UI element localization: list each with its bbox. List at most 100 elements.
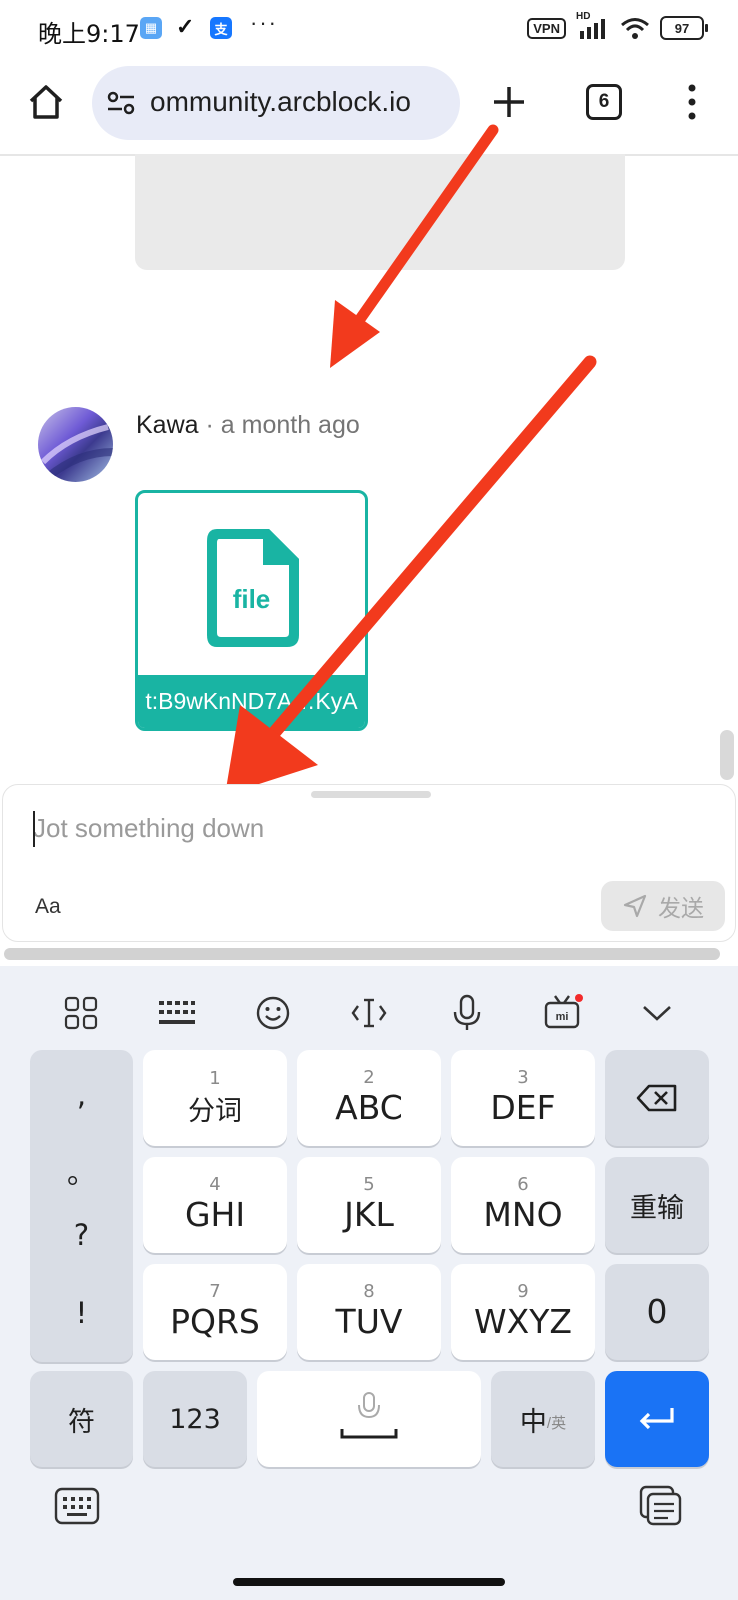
punct-exclamation[interactable]: ! <box>30 1296 133 1330</box>
key-label: 中 <box>519 1406 547 1438</box>
svg-text:mi: mi <box>556 1011 569 1023</box>
text-caret <box>33 811 35 847</box>
file-type-label: file <box>232 584 271 614</box>
vpn-badge: VPN <box>527 17 566 39</box>
punct-period[interactable]: 。 <box>30 1150 133 1192</box>
tab-switcher-button[interactable]: 6 <box>586 84 622 120</box>
new-tab-icon[interactable] <box>491 84 527 120</box>
keyboard-app-icon: ▦ <box>140 17 162 39</box>
switch-keyboard-icon[interactable] <box>54 1486 100 1526</box>
key-number: 5 <box>363 1174 375 1195</box>
key-3-def[interactable]: 3 DEF <box>451 1050 595 1146</box>
kb-collapse-icon[interactable] <box>630 988 684 1038</box>
file-attachment[interactable]: file t:B9wKnND7A…KyA <box>135 490 368 731</box>
kb-apps-icon[interactable] <box>54 988 108 1038</box>
previous-message-block <box>135 154 625 270</box>
kb-microphone-icon[interactable] <box>440 988 494 1038</box>
comment-editor: Aa 发送 <box>2 784 736 942</box>
punct-comma[interactable]: , <box>30 1078 133 1112</box>
enter-key[interactable] <box>605 1371 709 1467</box>
text-format-button[interactable]: Aa <box>35 895 61 919</box>
key-label: GHI <box>184 1195 246 1234</box>
key-4-ghi[interactable]: 4 GHI <box>143 1157 287 1253</box>
backspace-key[interactable] <box>605 1050 709 1146</box>
space-voice-icon <box>340 1392 398 1439</box>
key-number: 4 <box>209 1174 221 1195</box>
key-label: WXYZ <box>473 1302 572 1341</box>
language-switch-key[interactable]: 中/英 <box>491 1371 595 1467</box>
post-meta: Kawa · a month ago <box>136 411 360 440</box>
check-app-icon: ✓ <box>176 14 195 39</box>
avatar[interactable] <box>38 407 113 482</box>
file-name: t:B9wKnND7A…KyA <box>138 675 365 728</box>
send-icon <box>623 894 647 918</box>
key-5-jkl[interactable]: 5 JKL <box>297 1157 441 1253</box>
key-number: 7 <box>209 1281 221 1302</box>
send-button[interactable]: 发送 <box>601 881 725 931</box>
key-label: MNO <box>483 1195 563 1234</box>
key-2-abc[interactable]: 2 ABC <box>297 1050 441 1146</box>
post-time: a month ago <box>220 411 360 439</box>
key-7-pqrs[interactable]: 7 PQRS <box>143 1264 287 1360</box>
page-scrollbar[interactable] <box>720 730 734 780</box>
key-number: 3 <box>517 1067 529 1088</box>
key-0[interactable]: 0 <box>605 1264 709 1360</box>
key-9-wxyz[interactable]: 9 WXYZ <box>451 1264 595 1360</box>
status-bar: 晚上9:17 ▦ ✓ 支 ··· VPN HD 97 <box>0 0 738 58</box>
kb-layout-icon[interactable] <box>150 988 204 1038</box>
url-text: ommunity.arcblock.io <box>150 86 411 117</box>
key-1-segment[interactable]: 1 分词 <box>143 1050 287 1146</box>
battery-indicator: 97 <box>660 16 708 40</box>
ime-keyboard: mi , 。 ? ! 1 分词 2 ABC 3 DEF 4 GHI 5 JKL 6 MNO … <box>0 966 738 1600</box>
key-label: 123 <box>169 1403 221 1435</box>
key-label: JKL <box>344 1195 394 1234</box>
horizontal-scrollbar[interactable] <box>4 948 720 960</box>
key-number: 9 <box>517 1281 529 1302</box>
punctuation-column[interactable]: , 。 ? ! <box>30 1050 133 1362</box>
annotation-arrow-upper-head <box>330 300 380 368</box>
home-indicator[interactable] <box>233 1578 505 1586</box>
key-label: 0 <box>646 1292 668 1331</box>
key-label: ABC <box>335 1088 403 1127</box>
key-6-mno[interactable]: 6 MNO <box>451 1157 595 1253</box>
wifi-icon <box>621 18 649 39</box>
key-label: TUV <box>335 1302 403 1341</box>
editor-drag-handle[interactable] <box>311 791 431 798</box>
punct-question[interactable]: ? <box>30 1218 133 1252</box>
enter-icon <box>639 1408 674 1430</box>
key-label: 符 <box>68 1406 95 1438</box>
more-notifications-icon: ··· <box>250 10 278 35</box>
key-number: 6 <box>517 1174 529 1195</box>
symbols-key[interactable]: 符 <box>30 1371 133 1467</box>
key-number: 1 <box>209 1067 221 1089</box>
address-bar[interactable]: ommunity.arcblock.io <box>92 66 460 140</box>
key-label: DEF <box>490 1088 556 1127</box>
key-label: PQRS <box>170 1302 260 1341</box>
backspace-icon <box>636 1084 677 1112</box>
signal-icon: HD <box>576 11 610 39</box>
kb-emoji-icon[interactable] <box>246 988 300 1038</box>
key-number: 2 <box>363 1067 375 1088</box>
home-icon[interactable] <box>26 82 66 122</box>
send-label: 发送 <box>658 896 704 922</box>
meta-separator: · <box>198 411 221 439</box>
numbers-key[interactable]: 123 <box>143 1371 247 1467</box>
key-label: 分词 <box>188 1095 242 1127</box>
status-right: VPN HD 97 <box>527 11 708 40</box>
status-time: 晚上9:17 <box>38 20 140 48</box>
more-menu-icon[interactable] <box>684 82 700 122</box>
browser-toolbar: ommunity.arcblock.io 6 <box>0 58 738 156</box>
alipay-icon: 支 <box>210 17 232 39</box>
key-8-tuv[interactable]: 8 TUV <box>297 1264 441 1360</box>
clipboard-icon[interactable] <box>638 1484 684 1528</box>
space-key[interactable] <box>257 1371 481 1467</box>
key-sublabel: /英 <box>546 1414 567 1432</box>
site-settings-icon[interactable] <box>106 90 136 116</box>
author-name[interactable]: Kawa <box>136 411 199 439</box>
kb-mi-tv-icon[interactable]: mi <box>536 988 590 1038</box>
key-number: 8 <box>363 1281 375 1302</box>
reenter-key[interactable]: 重输 <box>605 1157 709 1253</box>
key-label: 重输 <box>630 1192 684 1224</box>
comment-input[interactable] <box>31 805 595 851</box>
kb-cursor-icon[interactable] <box>342 988 396 1038</box>
